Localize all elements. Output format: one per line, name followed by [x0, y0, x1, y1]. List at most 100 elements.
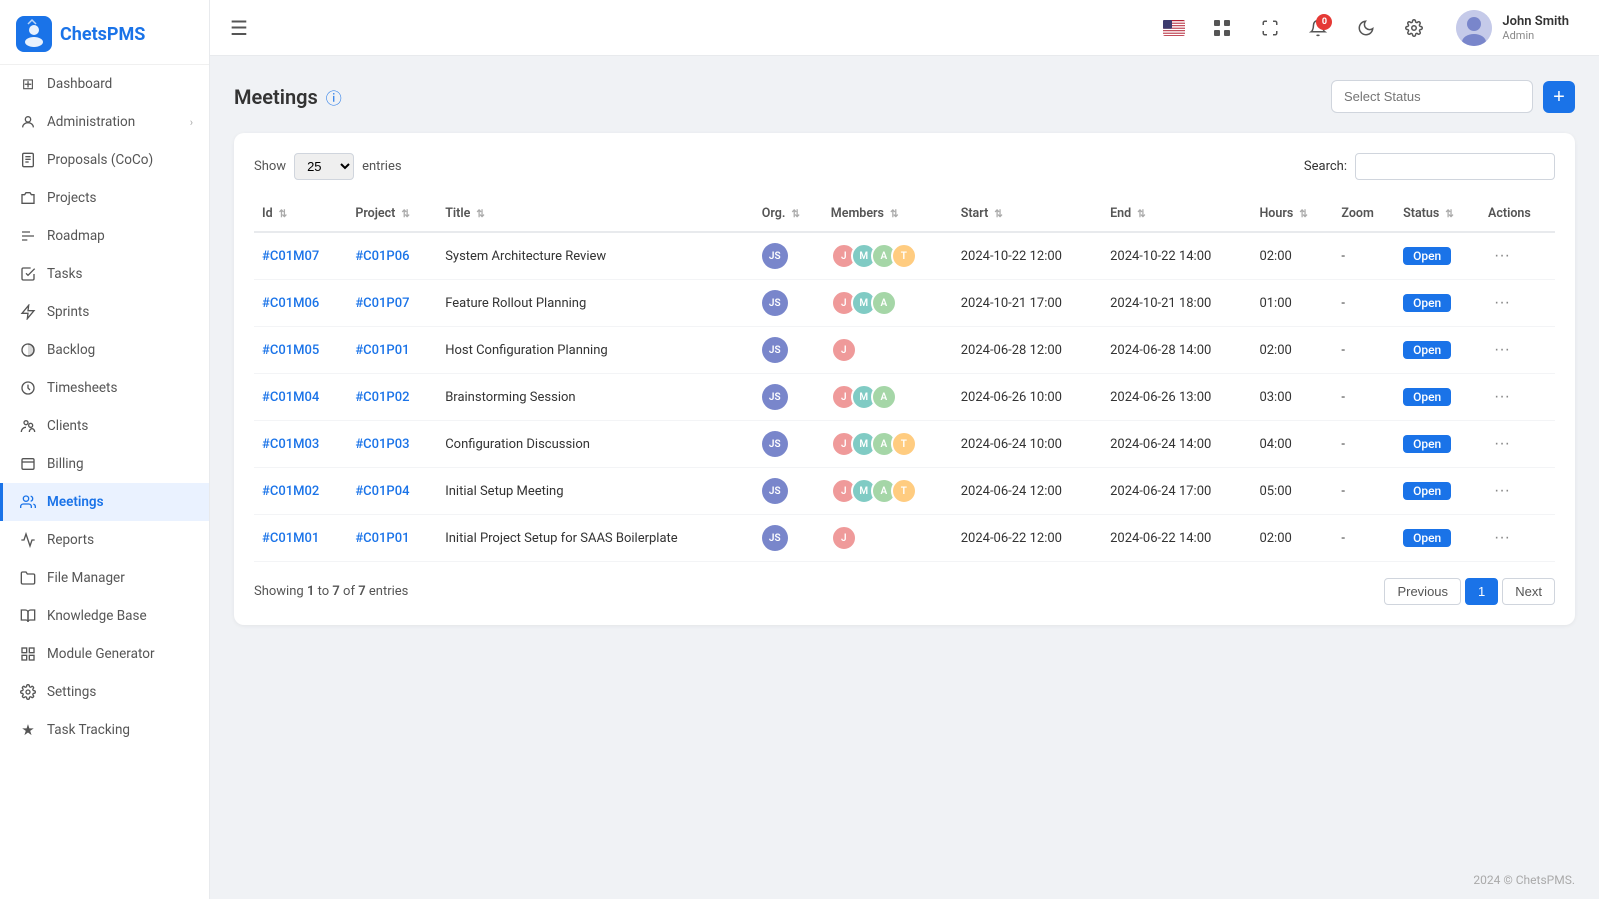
status-badge: Open — [1403, 341, 1451, 359]
previous-button[interactable]: Previous — [1384, 578, 1461, 605]
sidebar-item-billing[interactable]: Billing — [0, 445, 209, 483]
sidebar-item-roadmap[interactable]: Roadmap — [0, 217, 209, 255]
cell-status: Open — [1395, 280, 1480, 327]
cell-project[interactable]: #C01P07 — [347, 280, 437, 327]
col-members[interactable]: Members ⇅ — [823, 196, 953, 232]
actions-menu-button[interactable]: ··· — [1488, 292, 1516, 314]
col-id[interactable]: Id ⇅ — [254, 196, 347, 232]
fullscreen-button[interactable] — [1254, 12, 1286, 44]
cell-id[interactable]: #C01M05 — [254, 327, 347, 374]
avatar: JS — [762, 337, 788, 363]
tasks-icon — [19, 265, 37, 283]
footer: 2024 © ChetsPMS. — [210, 861, 1599, 899]
col-org[interactable]: Org. ⇅ — [754, 196, 823, 232]
status-filter-input[interactable] — [1331, 80, 1533, 113]
language-selector[interactable] — [1158, 12, 1190, 44]
cell-hours: 05:00 — [1251, 468, 1333, 515]
actions-menu-button[interactable]: ··· — [1488, 339, 1516, 361]
sidebar-item-file-manager[interactable]: File Manager — [0, 559, 209, 597]
sidebar-item-tasks[interactable]: Tasks — [0, 255, 209, 293]
page-1-button[interactable]: 1 — [1465, 578, 1498, 605]
entries-per-page-select[interactable]: 25 10 50 100 — [294, 153, 354, 180]
cell-id[interactable]: #C01M07 — [254, 232, 347, 280]
col-status[interactable]: Status ⇅ — [1395, 196, 1480, 232]
sidebar-item-clients[interactable]: Clients — [0, 407, 209, 445]
cell-org: JS — [754, 327, 823, 374]
cell-zoom: - — [1333, 232, 1395, 280]
cell-project[interactable]: #C01P04 — [347, 468, 437, 515]
cell-start: 2024-06-24 12:00 — [953, 468, 1102, 515]
cell-end: 2024-06-26 13:00 — [1102, 374, 1251, 421]
cell-id[interactable]: #C01M01 — [254, 515, 347, 562]
cell-project[interactable]: #C01P06 — [347, 232, 437, 280]
apps-button[interactable] — [1206, 12, 1238, 44]
avatar: A — [871, 384, 897, 410]
cell-id[interactable]: #C01M02 — [254, 468, 347, 515]
table-controls: Show 25 10 50 100 entries Search: — [254, 153, 1555, 180]
cell-project[interactable]: #C01P02 — [347, 374, 437, 421]
col-hours[interactable]: Hours ⇅ — [1251, 196, 1333, 232]
search-input[interactable] — [1355, 153, 1555, 180]
hamburger-button[interactable]: ☰ — [230, 16, 248, 40]
col-zoom: Zoom — [1333, 196, 1395, 232]
notification-button[interactable]: 0 — [1302, 12, 1334, 44]
next-button[interactable]: Next — [1502, 578, 1555, 605]
avatar: T — [891, 243, 917, 269]
sidebar-item-settings[interactable]: Settings — [0, 673, 209, 711]
sidebar-item-dashboard[interactable]: ⊞ Dashboard — [0, 65, 209, 103]
sidebar-item-module-generator[interactable]: Module Generator — [0, 635, 209, 673]
cell-id[interactable]: #C01M03 — [254, 421, 347, 468]
col-end[interactable]: End ⇅ — [1102, 196, 1251, 232]
actions-menu-button[interactable]: ··· — [1488, 245, 1516, 267]
status-badge: Open — [1403, 482, 1451, 500]
cell-id[interactable]: #C01M04 — [254, 374, 347, 421]
gear-icon — [1405, 19, 1423, 37]
sidebar-item-projects[interactable]: Projects — [0, 179, 209, 217]
meetings-table: Id ⇅ Project ⇅ Title ⇅ Org. ⇅ Members ⇅ … — [254, 196, 1555, 562]
sidebar-item-timesheets[interactable]: Timesheets — [0, 369, 209, 407]
col-project[interactable]: Project ⇅ — [347, 196, 437, 232]
cell-status: Open — [1395, 327, 1480, 374]
cell-actions: ··· — [1480, 515, 1555, 562]
cell-id[interactable]: #C01M06 — [254, 280, 347, 327]
cell-start: 2024-06-26 10:00 — [953, 374, 1102, 421]
avatar-group: JMAT — [831, 243, 945, 269]
actions-menu-button[interactable]: ··· — [1488, 480, 1516, 502]
sidebar-item-reports[interactable]: Reports — [0, 521, 209, 559]
col-actions: Actions — [1480, 196, 1555, 232]
sidebar-item-label: Projects — [47, 190, 193, 206]
proposals-icon — [19, 151, 37, 169]
add-meeting-button[interactable]: + — [1543, 81, 1575, 113]
meetings-icon — [19, 493, 37, 511]
col-title[interactable]: Title ⇅ — [437, 196, 754, 232]
actions-menu-button[interactable]: ··· — [1488, 386, 1516, 408]
cell-project[interactable]: #C01P01 — [347, 515, 437, 562]
cell-project[interactable]: #C01P01 — [347, 327, 437, 374]
settings-button[interactable] — [1398, 12, 1430, 44]
sort-icon-project: ⇅ — [401, 209, 409, 220]
info-icon[interactable]: ⓘ — [326, 85, 342, 109]
sidebar-item-sprints[interactable]: Sprints — [0, 293, 209, 331]
sidebar-item-proposals[interactable]: Proposals (CoCo) — [0, 141, 209, 179]
col-start[interactable]: Start ⇅ — [953, 196, 1102, 232]
sidebar-item-task-tracking[interactable]: ★ Task Tracking — [0, 711, 209, 749]
showing-text: Showing 1 to 7 of 7 entries — [254, 584, 408, 599]
main-area: ☰ — [210, 0, 1599, 899]
chevron-right-icon: › — [190, 116, 193, 129]
sidebar-item-label: Roadmap — [47, 228, 193, 244]
sidebar-item-knowledge-base[interactable]: Knowledge Base — [0, 597, 209, 635]
cell-actions: ··· — [1480, 421, 1555, 468]
cell-hours: 01:00 — [1251, 280, 1333, 327]
actions-menu-button[interactable]: ··· — [1488, 433, 1516, 455]
cell-hours: 04:00 — [1251, 421, 1333, 468]
table-header: Id ⇅ Project ⇅ Title ⇅ Org. ⇅ Members ⇅ … — [254, 196, 1555, 232]
topbar: ☰ — [210, 0, 1599, 56]
user-profile[interactable]: John Smith Admin — [1446, 4, 1579, 52]
sidebar-item-administration[interactable]: Administration › — [0, 103, 209, 141]
cell-project[interactable]: #C01P03 — [347, 421, 437, 468]
dark-mode-button[interactable] — [1350, 12, 1382, 44]
logo-icon — [16, 16, 52, 52]
sidebar-item-meetings[interactable]: Meetings — [0, 483, 209, 521]
actions-menu-button[interactable]: ··· — [1488, 527, 1516, 549]
sidebar-item-backlog[interactable]: Backlog — [0, 331, 209, 369]
